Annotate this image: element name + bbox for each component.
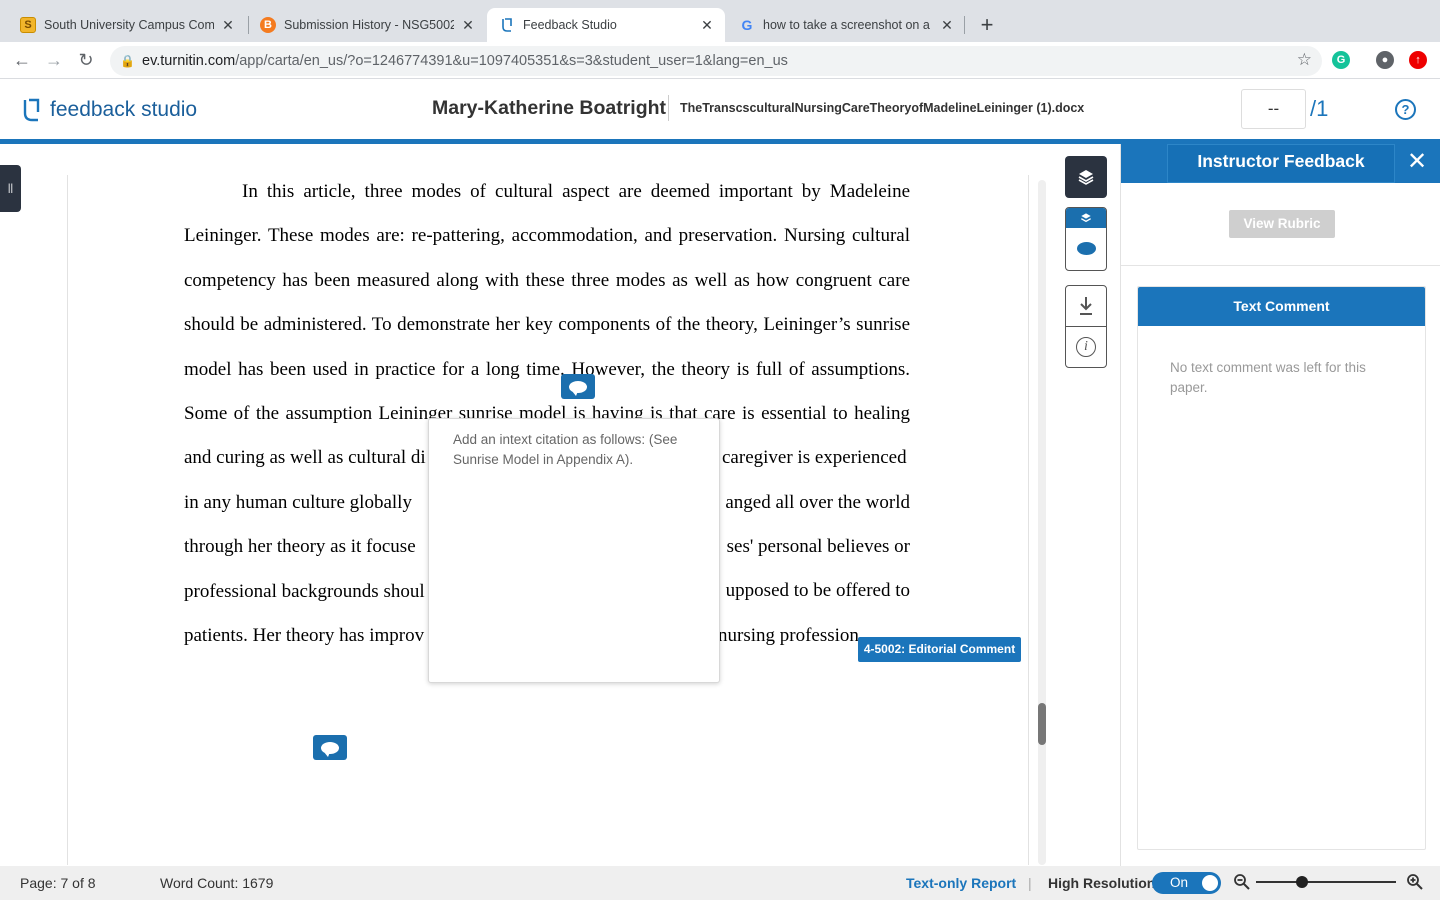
- editorial-comment-tag[interactable]: 4-5002: Editorial Comment: [858, 637, 1021, 662]
- text-only-report-link[interactable]: Text-only Report: [906, 875, 1016, 891]
- side-panel-handle[interactable]: ||: [0, 165, 21, 212]
- help-icon[interactable]: ?: [1395, 99, 1416, 120]
- document-line-fragment: anged all over the world: [725, 492, 910, 513]
- panel-divider: [1121, 265, 1440, 266]
- tab-title: how to take a screenshot on a: [763, 18, 930, 32]
- comment-popup: Add an intext citation as follows: (See …: [428, 418, 720, 683]
- document-line: competency has been measured along with …: [184, 269, 910, 291]
- logo-text: feedback studio: [50, 98, 198, 121]
- high-resolution-toggle[interactable]: On: [1152, 872, 1221, 894]
- close-panel-icon[interactable]: ✕: [1407, 150, 1427, 174]
- app-header: feedback studio Mary-Katherine Boatright…: [0, 79, 1440, 139]
- page-left-edge: [67, 175, 68, 865]
- feedback-studio-logo[interactable]: feedback studio: [20, 97, 197, 123]
- text-comment-card: Text Comment No text comment was left fo…: [1137, 286, 1426, 850]
- zoom-out-icon[interactable]: [1233, 873, 1251, 891]
- grade-total: /1: [1310, 96, 1329, 121]
- tab-divider: [964, 16, 965, 34]
- tool-divider: [1066, 326, 1106, 327]
- inline-comment-marker[interactable]: [561, 374, 595, 399]
- panel-header: Instructor Feedback ✕: [1121, 144, 1440, 183]
- url-host: ev.turnitin.com: [142, 53, 236, 69]
- download-icon[interactable]: [1078, 294, 1094, 318]
- page-right-edge: [1028, 175, 1029, 865]
- layers-small-icon: [1081, 213, 1091, 223]
- forward-arrow-icon[interactable]: →: [44, 50, 64, 71]
- word-count: Word Count: 1679: [160, 875, 274, 891]
- url-field[interactable]: 🔒 ev.turnitin.com/app/carta/en_us/?o=124…: [110, 46, 1322, 76]
- zoom-slider-track[interactable]: [1256, 881, 1396, 883]
- document-line: In this article, three modes of cultural…: [242, 181, 910, 202]
- comment-icon: [1077, 242, 1096, 255]
- text-comment-title: Text Comment: [1138, 287, 1425, 326]
- layers-button[interactable]: [1065, 156, 1107, 198]
- page-indicator: Page: 7 of 8: [20, 875, 96, 891]
- new-tab-icon[interactable]: +: [977, 12, 997, 38]
- panel-title: Instructor Feedback: [1167, 144, 1395, 183]
- close-tab-icon[interactable]: ✕: [939, 17, 955, 34]
- layers-icon: [1078, 170, 1094, 185]
- turnitin-favicon-icon: [499, 17, 515, 33]
- document-line-fragment: caregiver is experienced: [722, 447, 907, 468]
- tab-title: Feedback Studio: [523, 18, 617, 32]
- document-line: should be administered. To demonstrate h…: [184, 314, 910, 336]
- tab-title: Submission History - NSG5002: [284, 18, 454, 32]
- browser-tab-bar: S South University Campus Com ✕ B Submis…: [0, 0, 1440, 42]
- grade-input[interactable]: --: [1241, 89, 1306, 129]
- header-divider: [668, 95, 669, 121]
- document-line-fragment: nursing profession.: [718, 625, 864, 646]
- url-path: /app/carta/en_us/?o=1246774391&u=1097405…: [235, 53, 788, 69]
- document-name: TheTranscsculturalNursingCareTheoryofMad…: [680, 101, 1085, 115]
- document-line: model has been used in practice for a lo…: [184, 358, 910, 380]
- tab-submission-history[interactable]: B Submission History - NSG5002 ✕: [248, 8, 486, 42]
- close-tab-icon[interactable]: ✕: [699, 17, 715, 34]
- grammarly-extension-icon[interactable]: G: [1332, 51, 1350, 69]
- status-separator: |: [1028, 875, 1032, 891]
- zoom-slider-handle[interactable]: [1296, 876, 1309, 888]
- reload-icon[interactable]: ↻: [76, 50, 96, 71]
- document-scrollbar-thumb[interactable]: [1038, 703, 1046, 745]
- lock-icon: 🔒: [120, 54, 135, 68]
- turnitin-logo-icon: [23, 98, 40, 122]
- extension-alert-icon[interactable]: ↑: [1409, 51, 1427, 69]
- info-icon[interactable]: i: [1076, 337, 1096, 357]
- instructor-feedback-panel: Instructor Feedback ✕ View Rubric Text C…: [1120, 144, 1440, 866]
- student-name: Mary-Katherine Boatright: [432, 97, 667, 119]
- close-tab-icon[interactable]: ✕: [220, 17, 236, 34]
- browser-address-bar: ← → ↻ 🔒 ev.turnitin.com/app/carta/en_us/…: [0, 42, 1440, 79]
- blackboard-favicon-icon: B: [260, 17, 276, 33]
- document-line: Leininger. These modes are: re-pattering…: [184, 225, 910, 247]
- back-arrow-icon[interactable]: ←: [12, 50, 32, 71]
- document-line-fragment: ses' personal believes or: [726, 536, 910, 557]
- comment-popup-text: Add an intext citation as follows: (See …: [453, 432, 678, 467]
- toggle-knob: [1202, 875, 1218, 891]
- inline-comment-marker[interactable]: [313, 735, 347, 760]
- zoom-in-icon[interactable]: [1406, 873, 1424, 891]
- document-line-fragment: upposed to be offered to: [725, 580, 910, 601]
- toggle-state-label: On: [1170, 875, 1189, 890]
- document-scrollbar[interactable]: [1038, 180, 1046, 865]
- south-university-favicon-icon: S: [20, 17, 36, 33]
- google-favicon-icon: G: [741, 17, 753, 33]
- tab-title: South University Campus Com: [44, 18, 214, 32]
- text-comment-body: No text comment was left for this paper.: [1170, 360, 1366, 395]
- comment-bubble-icon: [321, 741, 339, 757]
- view-rubric-button[interactable]: View Rubric: [1229, 210, 1335, 238]
- tool-group: i: [1065, 285, 1107, 368]
- status-bar: Page: 7 of 8 Word Count: 1679 Text-only …: [0, 866, 1440, 900]
- close-tab-icon[interactable]: ✕: [460, 17, 476, 34]
- tab-south-university[interactable]: S South University Campus Com ✕: [8, 8, 246, 42]
- high-resolution-label: High Resolution: [1048, 875, 1156, 891]
- bookmark-star-icon[interactable]: ☆: [1297, 50, 1312, 70]
- tab-google-search[interactable]: G how to take a screenshot on a ✕: [727, 8, 965, 42]
- tab-feedback-studio[interactable]: Feedback Studio ✕: [487, 8, 725, 42]
- comment-bubble-icon: [569, 380, 587, 396]
- comment-layer-header: [1066, 208, 1106, 228]
- profile-avatar-icon[interactable]: ●: [1376, 51, 1394, 69]
- comment-layer-toggle[interactable]: [1065, 207, 1107, 271]
